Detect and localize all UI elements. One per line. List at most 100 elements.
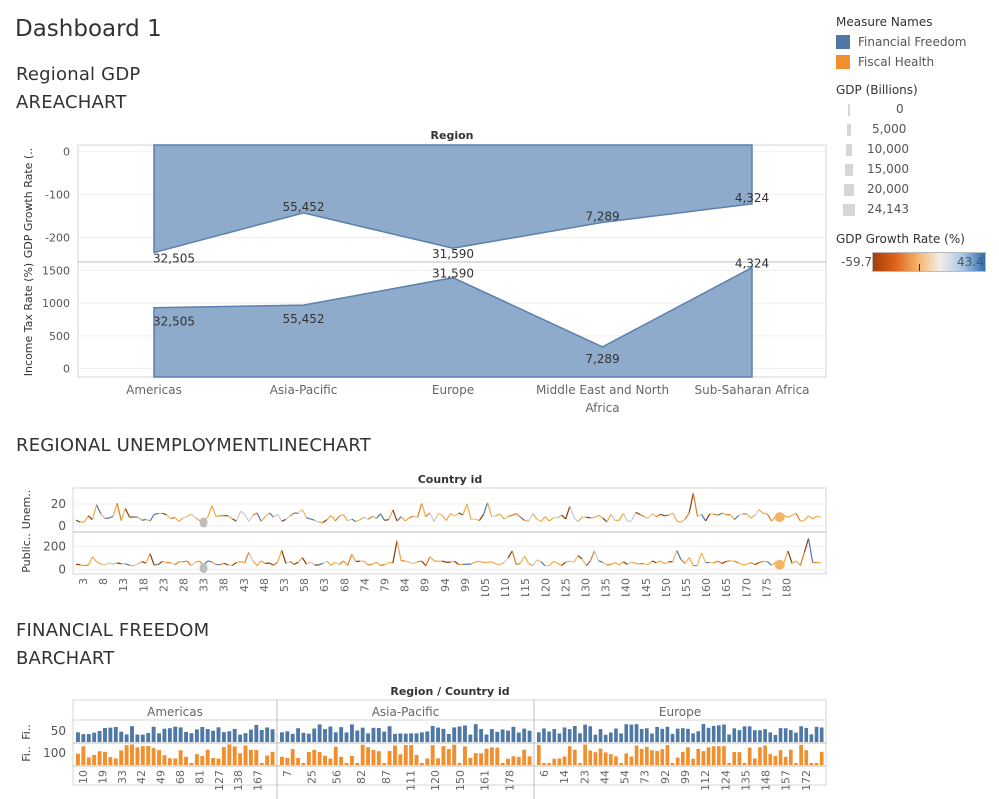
line-series-segment	[684, 557, 690, 564]
line-series-segment	[655, 513, 661, 518]
legend-item-fiscal-health[interactable]: Fiscal Health	[836, 53, 996, 71]
bar-financial-freedom	[387, 726, 392, 742]
area-x-tick-label: Africa	[585, 401, 619, 415]
bar-x-tick-label: 81	[193, 770, 206, 784]
bar-fiscal-health	[495, 747, 500, 765]
bar-fiscal-health	[103, 751, 107, 765]
bar-fiscal-health	[593, 752, 598, 765]
line-series-segment	[643, 515, 649, 519]
line-x-tick-label: 33	[198, 578, 211, 592]
line-series-segment	[301, 509, 307, 518]
line-series-segment	[91, 504, 98, 520]
bar-x-tick-label: 68	[174, 770, 187, 784]
line-series-segment	[557, 562, 562, 566]
line-series-segment	[211, 505, 217, 517]
bar-fiscal-health	[537, 744, 541, 765]
measure-names-legend[interactable]: Measure Names Financial Freedom Fiscal H…	[836, 15, 996, 71]
bar-financial-freedom	[178, 727, 183, 742]
bar-fiscal-health	[178, 750, 183, 765]
line-series-segment	[96, 504, 102, 515]
bar-financial-freedom	[809, 734, 814, 742]
area-data-label: 4,324	[735, 191, 769, 205]
fiscal-health-swatch	[836, 55, 850, 69]
line-series-segment	[548, 560, 554, 567]
area-y-axis-label: GDP Growth Rate (..	[22, 148, 35, 258]
line-series-segment	[285, 515, 291, 520]
bar-fiscal-health	[146, 745, 151, 765]
size-label-5: 24,143	[867, 202, 909, 216]
dashboard-title: Dashboard 1	[15, 16, 162, 42]
line-series-segment	[273, 561, 279, 566]
financial-freedom-bar-chart[interactable]: Region / Country id 50 100 Fi.. Fi.. Americas…	[0, 682, 835, 799]
line-series-segment	[454, 560, 460, 566]
bar-financial-freedom	[516, 732, 521, 742]
line-series-segment	[602, 517, 608, 523]
line-series-segment	[614, 562, 620, 566]
unemployment-line-chart[interactable]: Country id200Unem..2000Public..3 8 13 18 23 2…	[0, 468, 835, 596]
bar-x-tick-label: 82	[355, 770, 368, 784]
bar-financial-freedom	[393, 733, 397, 742]
line-series-segment	[232, 561, 237, 566]
bar-fiscal-health	[366, 747, 371, 765]
bar-fiscal-health	[660, 749, 665, 765]
bar-fiscal-health	[452, 744, 457, 765]
line-series-segment	[112, 562, 118, 565]
line-series-segment	[598, 514, 604, 519]
area-x-tick-label: Asia-Pacific	[270, 383, 338, 397]
gdp-area-chart[interactable]: Region 0 -100 -200 GDP Growth Rate (.. 32,505…	[0, 124, 835, 419]
line-x-tick-label: 79	[379, 578, 392, 592]
bar-financial-freedom	[113, 726, 118, 742]
line-series-segment	[499, 513, 505, 520]
line-series-segment	[766, 561, 772, 566]
line-x-tick-label: 23	[157, 578, 170, 592]
line-series-segment	[347, 554, 353, 566]
line-series-segment	[758, 509, 764, 514]
bar-fiscal-health	[167, 758, 172, 765]
bar-fiscal-health	[328, 758, 333, 765]
bar-x-tick-label: 49	[155, 770, 168, 784]
bar-financial-freedom	[339, 727, 344, 742]
bar-financial-freedom	[200, 726, 205, 742]
bar-financial-freedom	[578, 733, 582, 742]
line-series-segment	[795, 513, 801, 522]
line-series-segment	[441, 514, 447, 521]
bar-financial-freedom	[398, 733, 403, 742]
line-series-segment	[520, 516, 525, 521]
bar-financial-freedom	[194, 729, 199, 742]
gdp-size-legend[interactable]: GDP (Billions) 0 5,000 10,000 15,000 20,…	[836, 83, 996, 219]
line-series-segment	[680, 559, 686, 564]
line-x-tick-label: 3	[77, 578, 90, 585]
bar-financial-freedom	[468, 734, 473, 742]
bar-financial-freedom	[747, 726, 752, 742]
line-series-segment	[100, 563, 105, 566]
bar-financial-freedom	[624, 724, 629, 742]
bar-fiscal-health	[562, 756, 567, 765]
bar-financial-freedom	[151, 726, 156, 742]
bar-financial-freedom	[140, 734, 145, 742]
line-series-segment	[787, 514, 793, 518]
bar-fiscal-health	[639, 748, 644, 765]
bar-financial-freedom	[86, 734, 91, 742]
area-x-tick-label: Europe	[432, 383, 474, 397]
bar-x-tick-label: 178	[503, 770, 516, 791]
line-series-segment	[351, 518, 357, 523]
line-series-segment	[528, 513, 534, 522]
line-x-tick-label: 58	[298, 578, 311, 592]
bar-group-header: Europe	[659, 705, 701, 719]
line-series-segment	[125, 563, 130, 566]
line-series-segment	[569, 506, 575, 518]
line-series-segment	[252, 560, 258, 567]
bar-fiscal-health	[484, 748, 489, 765]
bar-fiscal-health	[645, 746, 649, 765]
gdp-growth-color-legend[interactable]: GDP Growth Rate (%) -59.7 43.4	[836, 232, 996, 276]
line-series-segment	[618, 512, 624, 521]
line-series-segment	[330, 561, 336, 566]
line-series-segment	[466, 503, 472, 520]
legend-item-financial-freedom[interactable]: Financial Freedom	[836, 33, 996, 51]
area-data-label: 31,590	[432, 247, 474, 261]
line-series-segment	[223, 562, 229, 566]
line-series-segment	[528, 563, 534, 567]
bar-y-tick-label: 50	[51, 724, 66, 738]
line-series-segment	[326, 515, 332, 521]
line-series-segment	[368, 563, 373, 566]
